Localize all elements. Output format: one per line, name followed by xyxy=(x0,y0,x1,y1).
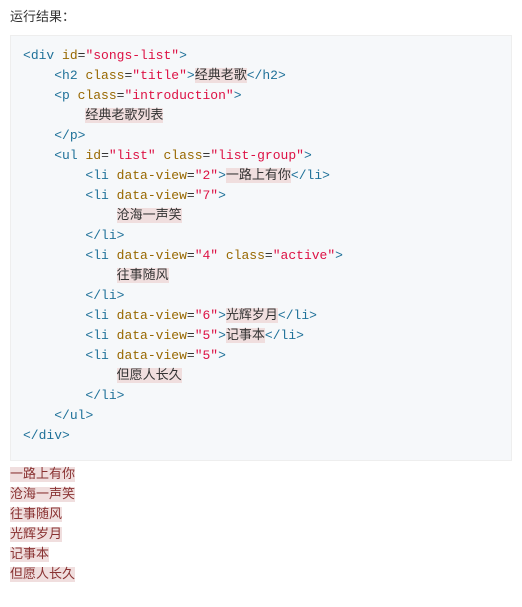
output-lines: 一路上有你沧海一声笑往事随风光辉岁月记事本但愿人长久 xyxy=(10,465,512,585)
code-block: <div id="songs-list"> <h2 class="title">… xyxy=(10,35,512,461)
run-result-heading: 运行结果： xyxy=(0,0,522,25)
